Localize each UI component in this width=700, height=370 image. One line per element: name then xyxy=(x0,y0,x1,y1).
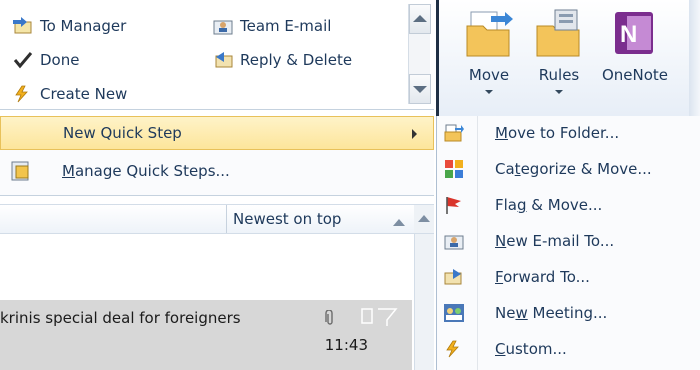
move-to-folder-item[interactable]: Move to Folder... xyxy=(437,116,700,150)
chevron-down-icon xyxy=(485,90,493,94)
list-scrollbar[interactable] xyxy=(414,234,434,370)
chevron-down-icon xyxy=(555,90,563,94)
rules-button[interactable]: Rules xyxy=(531,4,587,108)
forward-to-item[interactable]: Forward To... xyxy=(437,260,700,294)
move-label: Move xyxy=(468,66,510,84)
forward-icon xyxy=(443,267,465,287)
ribbon-edge xyxy=(689,0,700,116)
flag-move-item[interactable]: Flag & Move... xyxy=(437,188,700,222)
quick-step-create-new[interactable]: Create New xyxy=(12,82,127,106)
sort-order-button[interactable]: Newest on top xyxy=(226,205,341,233)
quick-step-team-email[interactable]: Team E-mail xyxy=(212,14,331,38)
quick-steps-menu: New Quick Step Manage Quick Steps... xyxy=(0,116,434,196)
message-list: Newest on top krinis special deal for fo… xyxy=(0,196,434,370)
new-quick-step-item[interactable]: New Quick Step xyxy=(0,116,434,150)
move-to-folder-icon xyxy=(443,123,465,143)
message-row[interactable]: krinis special deal for foreigners 11:43 xyxy=(0,300,412,370)
gallery-scroll-down-button[interactable] xyxy=(409,74,431,104)
message-list-header: Newest on top xyxy=(0,204,434,234)
custom-lightning-icon xyxy=(443,339,465,359)
rules-folder-icon xyxy=(533,8,585,60)
new-email-icon xyxy=(443,231,465,251)
list-scroll-up-button[interactable] xyxy=(414,205,434,233)
flag-icon xyxy=(443,195,465,215)
team-email-icon xyxy=(212,16,234,36)
categorize-move-item[interactable]: Categorize & Move... xyxy=(437,152,700,186)
move-button[interactable]: Move xyxy=(461,4,517,108)
meeting-icon xyxy=(443,303,465,323)
ribbon-move-group: Move Rules N OneNote xyxy=(436,0,700,116)
onenote-button[interactable]: N OneNote xyxy=(597,4,673,108)
message-time: 11:43 xyxy=(324,336,368,354)
svg-text:N: N xyxy=(620,21,637,48)
quick-step-done[interactable]: Done xyxy=(12,48,79,72)
triangle-down-icon xyxy=(413,86,427,93)
gallery-scrollbar[interactable] xyxy=(408,4,431,104)
triangle-up-icon[interactable] xyxy=(392,213,406,231)
quick-step-reply-delete[interactable]: Reply & Delete xyxy=(212,48,352,72)
categorize-icon xyxy=(443,159,465,179)
move-folder-icon xyxy=(463,8,515,60)
custom-item[interactable]: Custom... xyxy=(437,332,700,366)
quick-steps-gallery: To Manager Team E-mail Done Reply & Dele… xyxy=(0,0,434,110)
submenu-arrow-icon xyxy=(412,129,417,139)
gallery-scroll-up-button[interactable] xyxy=(409,4,431,34)
reply-delete-icon xyxy=(212,50,234,70)
manage-quick-steps-icon xyxy=(10,160,32,186)
onenote-icon: N xyxy=(609,8,661,60)
checkmark-icon xyxy=(12,50,34,70)
rules-label: Rules xyxy=(538,66,580,84)
flag-outline-icon[interactable] xyxy=(360,306,400,332)
quick-step-to-manager[interactable]: To Manager xyxy=(12,14,126,38)
new-quick-step-submenu: Move to Folder... Categorize & Move... F… xyxy=(436,116,700,370)
arrow-right-envelope-icon xyxy=(12,16,34,36)
manage-quick-steps-item[interactable]: Manage Quick Steps... xyxy=(0,154,434,188)
new-email-to-item[interactable]: New E-mail To... xyxy=(437,224,700,258)
new-meeting-item[interactable]: New Meeting... xyxy=(437,296,700,330)
triangle-up-icon xyxy=(413,15,427,22)
message-subject: krinis special deal for foreigners xyxy=(0,309,241,327)
onenote-label: OneNote xyxy=(601,66,669,84)
paperclip-icon xyxy=(325,309,335,330)
lightning-icon xyxy=(12,84,34,104)
